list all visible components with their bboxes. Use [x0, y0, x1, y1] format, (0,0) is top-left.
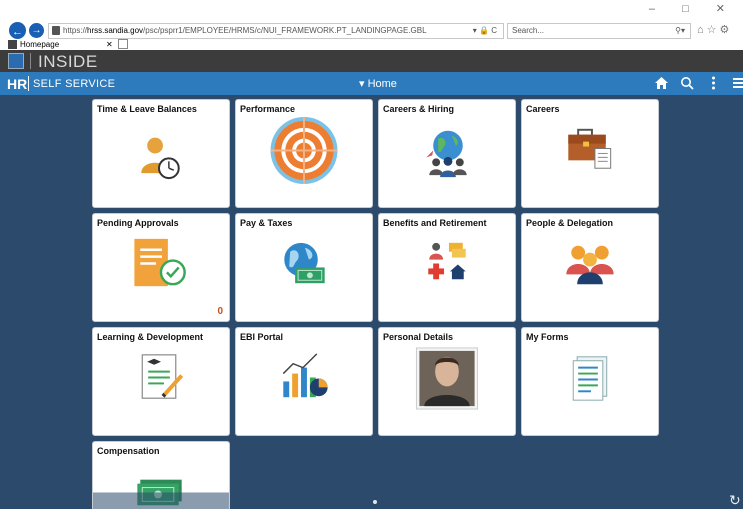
browser-chrome: – □ ✕ ← → https://hrss.sandia.gov/psc/ps…: [0, 0, 743, 50]
address-actions[interactable]: ▾ 🔒 C: [473, 24, 497, 38]
globe-people-icon: [426, 130, 467, 178]
home-dropdown[interactable]: ▾ Home: [359, 77, 397, 90]
people-icon: [566, 245, 614, 285]
target-icon: [270, 116, 338, 184]
search-input[interactable]: Search... ⚲▾: [507, 23, 691, 39]
favicon-icon: [8, 40, 17, 49]
new-tab-button[interactable]: [118, 39, 128, 49]
toolbar-icons[interactable]: ⌂☆⚙: [697, 23, 732, 36]
search-icon[interactable]: ⚲▾: [675, 24, 685, 38]
hr-brand: HR: [7, 76, 28, 92]
tile-title: My Forms: [526, 332, 569, 342]
tile-compensation[interactable]: Compensation: [92, 441, 230, 509]
learning-icon: [141, 354, 184, 399]
tile-my-forms[interactable]: My Forms: [521, 327, 659, 436]
page-indicator[interactable]: [373, 500, 377, 504]
inside-logo-icon[interactable]: [8, 53, 24, 69]
tile-title: Learning & Development: [97, 332, 204, 342]
divider: [30, 53, 31, 69]
tile-title: People & Delegation: [526, 218, 614, 228]
window-controls[interactable]: – □ ✕: [649, 2, 737, 15]
tile-title: Benefits and Retirement: [383, 218, 487, 228]
navbar-menu-icon[interactable]: [733, 77, 743, 89]
forms-icon: [572, 356, 608, 401]
search-placeholder: Search...: [512, 26, 545, 35]
tile-title: Careers: [526, 104, 560, 114]
hr-subtitle: SELF SERVICE: [33, 78, 116, 90]
tile-benefits-retirement[interactable]: Benefits and Retirement: [378, 213, 516, 322]
tile-ebi-portal[interactable]: EBI Portal: [235, 327, 373, 436]
url-scheme: https://: [63, 26, 88, 35]
tile-title: Performance: [240, 104, 296, 114]
inside-title[interactable]: INSIDE: [38, 52, 98, 72]
hr-header: HR SELF SERVICE ▾ Home: [0, 72, 743, 95]
tile-careers-hiring[interactable]: Careers & Hiring: [378, 99, 516, 208]
money-stack-icon: [93, 479, 229, 509]
tile-careers[interactable]: Careers: [521, 99, 659, 208]
tile-people-delegation[interactable]: People & Delegation: [521, 213, 659, 322]
actions-menu-icon[interactable]: [711, 76, 716, 90]
tile-title: Careers & Hiring: [383, 104, 455, 114]
tile-title: Time & Leave Balances: [97, 104, 197, 114]
home-icon[interactable]: [654, 76, 669, 90]
site-icon: [52, 26, 60, 35]
briefcase-icon: [568, 128, 612, 169]
globe-money-icon: [284, 242, 325, 284]
profile-photo: [415, 347, 479, 410]
tile-personal-details[interactable]: Personal Details: [378, 327, 516, 436]
refresh-icon[interactable]: ↻: [729, 492, 741, 509]
close-tab-icon[interactable]: ✕: [106, 39, 113, 50]
search-icon[interactable]: [680, 76, 694, 90]
forward-icon[interactable]: →: [29, 23, 44, 38]
tab-homepage[interactable]: Homepage ✕: [8, 39, 118, 50]
tile-title: Pending Approvals: [97, 218, 179, 228]
tile-learning-development[interactable]: Learning & Development: [92, 327, 230, 436]
tile-performance[interactable]: Performance: [235, 99, 373, 208]
inside-header: INSIDE: [0, 50, 743, 72]
url-path: /psc/psprr1/EMPLOYEE/HRMS/c/NUI_FRAMEWOR…: [143, 26, 427, 35]
pending-count-badge: 0: [217, 306, 223, 317]
address-bar[interactable]: https://hrss.sandia.gov/psc/psprr1/EMPLO…: [48, 23, 504, 39]
analytics-chart-icon: [282, 353, 328, 398]
back-icon[interactable]: ←: [9, 22, 26, 39]
tile-title: Pay & Taxes: [240, 218, 293, 228]
tile-title: Personal Details: [383, 332, 454, 342]
divider: [28, 76, 29, 91]
person-clock-icon: [141, 137, 180, 180]
url-domain: hrss.sandia.gov: [87, 26, 144, 35]
tile-title: EBI Portal: [240, 332, 284, 342]
tile-pending-approvals[interactable]: Pending Approvals 0: [92, 213, 230, 322]
tab-title: Homepage: [20, 40, 60, 49]
tile-title: Compensation: [97, 446, 160, 456]
tile-time-leave-balances[interactable]: Time & Leave Balances: [92, 99, 230, 208]
benefits-icon: [428, 242, 466, 280]
tile-pay-taxes[interactable]: Pay & Taxes: [235, 213, 373, 322]
approval-document-icon: [134, 238, 186, 287]
